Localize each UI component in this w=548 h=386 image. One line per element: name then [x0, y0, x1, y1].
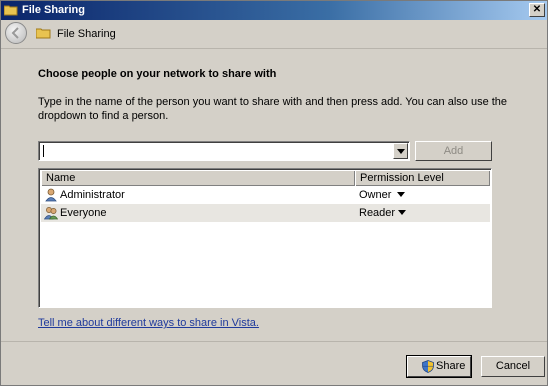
- folder-icon: [4, 5, 18, 16]
- text-caret: [43, 145, 44, 157]
- chevron-down-icon: [397, 149, 405, 154]
- folder-icon: [36, 28, 51, 39]
- nav-bar: File Sharing: [1, 20, 547, 48]
- users-group-icon: [44, 207, 58, 220]
- list-item[interactable]: Everyone Reader: [41, 204, 490, 222]
- caret-down-icon[interactable]: [397, 192, 405, 197]
- add-button[interactable]: Add: [415, 141, 492, 161]
- close-icon: ✕: [532, 4, 542, 15]
- user-name: Administrator: [60, 189, 125, 201]
- column-header-name[interactable]: Name: [41, 171, 355, 186]
- footer-bar: Share Cancel: [1, 341, 547, 385]
- window-title: File Sharing: [22, 4, 85, 16]
- nav-title: File Sharing: [57, 28, 116, 40]
- share-button[interactable]: Share: [407, 356, 471, 377]
- content-panel: Choose people on your network to share w…: [1, 48, 547, 341]
- file-sharing-window: File Sharing ✕ File Sharing Choose peopl…: [0, 0, 548, 386]
- people-list[interactable]: Name Permission Level Administrator Owne…: [38, 168, 492, 308]
- cancel-button[interactable]: Cancel: [481, 356, 545, 377]
- dropdown-button[interactable]: [393, 143, 408, 159]
- instructions-text: Type in the name of the person you want …: [38, 96, 508, 122]
- back-button[interactable]: [5, 22, 27, 44]
- person-combobox[interactable]: [38, 141, 410, 161]
- uac-shield-icon: [422, 360, 434, 373]
- help-link[interactable]: Tell me about different ways to share in…: [38, 317, 259, 329]
- list-item[interactable]: Administrator Owner: [41, 186, 490, 204]
- column-header-permission[interactable]: Permission Level: [355, 171, 490, 186]
- close-button[interactable]: ✕: [529, 3, 545, 17]
- permission-level[interactable]: Reader: [359, 207, 395, 219]
- permission-level[interactable]: Owner: [359, 189, 391, 201]
- back-arrow-icon: [11, 27, 19, 39]
- user-icon: [45, 188, 57, 202]
- title-bar[interactable]: File Sharing ✕: [1, 1, 547, 20]
- caret-down-icon[interactable]: [398, 210, 406, 215]
- share-button-label: Share: [436, 360, 466, 372]
- user-name: Everyone: [60, 207, 107, 219]
- page-heading: Choose people on your network to share w…: [38, 68, 277, 80]
- list-header: Name Permission Level: [41, 171, 490, 186]
